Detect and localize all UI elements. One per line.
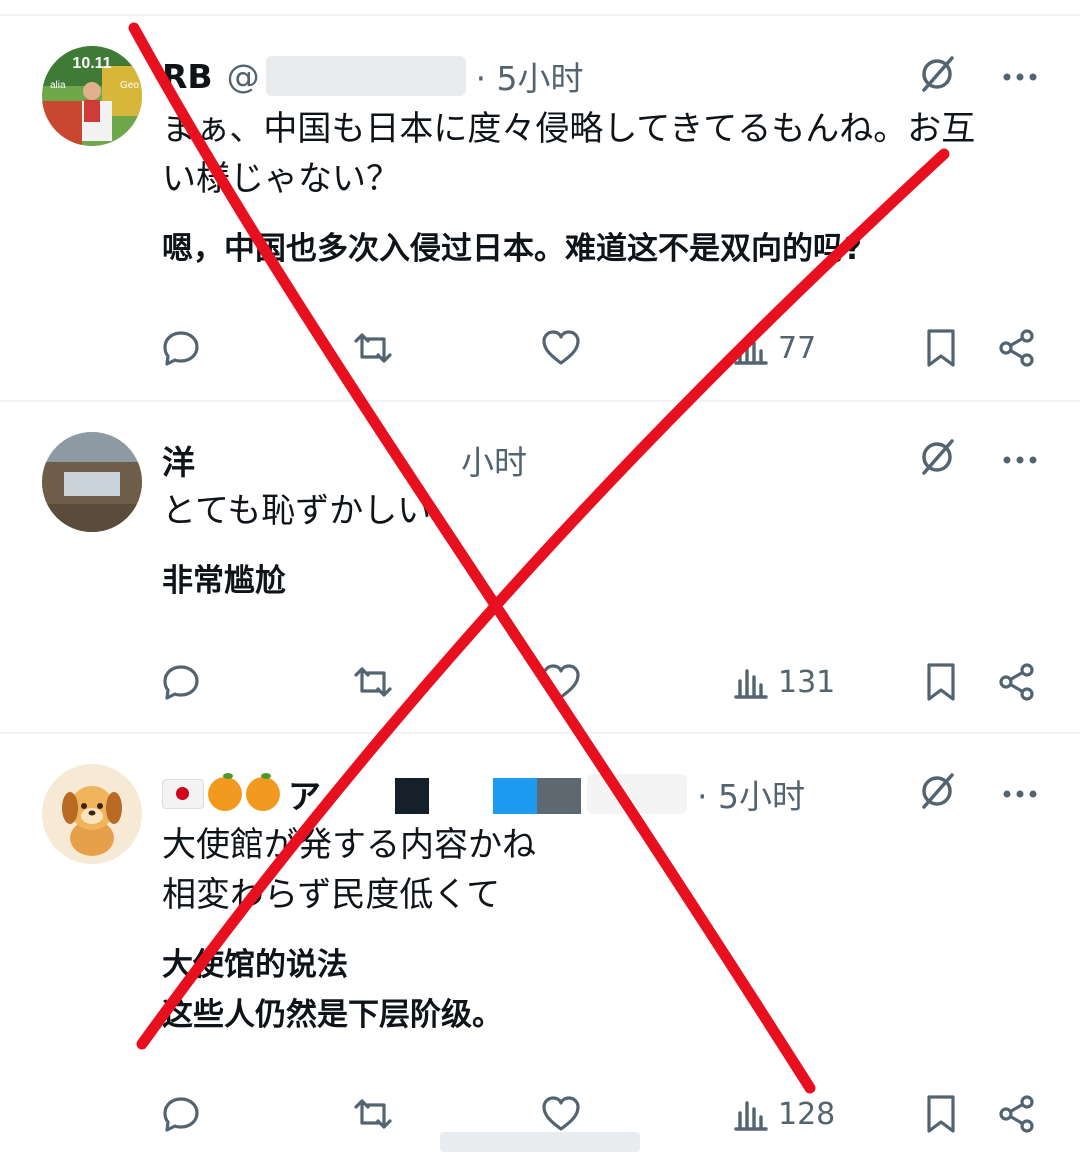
views-count: 131 <box>778 664 836 700</box>
grok-icon[interactable] <box>918 54 958 98</box>
japan-flag-icon <box>162 779 204 809</box>
tweet-time[interactable]: 小时 <box>461 436 527 484</box>
redacted-name <box>201 440 451 480</box>
share-button[interactable] <box>996 660 1038 704</box>
reply-button[interactable] <box>160 1092 202 1136</box>
tweet-top-actions <box>918 771 1038 815</box>
like-icon <box>542 1096 580 1131</box>
grok-icon[interactable] <box>918 437 958 481</box>
redacted-handle <box>265 56 466 96</box>
share-icon <box>999 663 1034 701</box>
retweet-icon <box>354 667 392 697</box>
tweet-text-jp: 大使館が発する内容かね 相変わらず民度低くて <box>162 825 536 915</box>
retweet-button[interactable] <box>352 660 394 704</box>
tweet-time[interactable]: · 5小时 <box>697 770 805 818</box>
views-button[interactable]: 77 <box>730 326 816 370</box>
bookmark-button[interactable] <box>920 1092 962 1136</box>
tweet-header: ア · 5小时 <box>162 770 805 818</box>
tweet-header: RB @ · 5小时 <box>162 52 584 100</box>
tweet-top-actions <box>918 54 1038 98</box>
grok-icon[interactable] <box>918 771 958 815</box>
redacted-name <box>361 774 687 814</box>
views-icon <box>734 669 768 699</box>
views-button[interactable]: 128 <box>730 1092 835 1136</box>
bookmark-button[interactable] <box>920 326 962 370</box>
reply-button[interactable] <box>160 660 202 704</box>
user-handle[interactable]: @ <box>227 57 260 96</box>
more-icon[interactable] <box>1002 450 1038 469</box>
share-icon <box>999 329 1034 367</box>
tweet-time[interactable]: · 5小时 <box>476 52 584 100</box>
top-divider <box>0 14 1080 16</box>
svg-text:alia: alia <box>50 80 66 91</box>
tweet-divider <box>0 732 1080 734</box>
retweet-icon <box>354 1099 392 1129</box>
watermark-blur <box>440 1132 640 1152</box>
svg-text:Geo: Geo <box>120 80 139 91</box>
bookmark-button[interactable] <box>920 660 962 704</box>
share-icon <box>999 1095 1034 1133</box>
tweet-translation-cn: 嗯，中国也多次入侵过日本。难道这不是双向的吗? <box>162 231 862 267</box>
avatar[interactable] <box>42 764 142 864</box>
reply-icon <box>163 1097 199 1132</box>
like-button[interactable] <box>540 326 582 370</box>
like-button[interactable] <box>540 1092 582 1136</box>
orange-icon <box>208 773 242 811</box>
orange-icon <box>246 773 280 811</box>
bookmark-icon <box>927 663 955 701</box>
tweet-top-actions <box>918 437 1038 481</box>
views-icon <box>734 335 768 365</box>
tweet-header: 洋 小时 <box>162 436 527 484</box>
like-icon <box>542 664 580 699</box>
more-icon[interactable] <box>1002 67 1038 86</box>
avatar[interactable] <box>42 432 142 532</box>
views-button[interactable]: 131 <box>730 660 835 704</box>
reply-button[interactable] <box>160 326 202 370</box>
views-count: 77 <box>778 330 817 366</box>
name-emoji-prefix <box>162 773 280 811</box>
reply-icon <box>163 331 199 366</box>
display-name[interactable]: RB <box>162 57 213 96</box>
tweet-translation-cn: 非常尴尬 <box>162 563 286 599</box>
avatar[interactable]: 10.11 alia Geo <box>42 46 142 146</box>
display-name[interactable]: ア <box>288 770 321 818</box>
tweet-actions: 128 <box>160 1092 1040 1136</box>
share-button[interactable] <box>996 326 1038 370</box>
svg-text:10.11: 10.11 <box>72 55 111 72</box>
tweet-actions: 77 <box>160 326 1040 370</box>
like-icon <box>542 330 580 365</box>
tweet-divider <box>0 400 1080 402</box>
like-button[interactable] <box>540 660 582 704</box>
share-button[interactable] <box>996 1092 1038 1136</box>
bookmark-icon <box>927 329 955 367</box>
views-icon <box>734 1101 768 1131</box>
tweet-text-jp: まぁ、中国も日本に度々侵略してきてるもんね。お互 い様じゃない？ <box>162 109 976 199</box>
display-name[interactable]: 洋 <box>162 436 195 484</box>
retweet-button[interactable] <box>352 326 394 370</box>
more-icon[interactable] <box>1002 784 1038 803</box>
retweet-icon <box>354 333 392 363</box>
tweet-actions: 131 <box>160 660 1040 704</box>
bookmark-icon <box>927 1095 955 1133</box>
views-count: 128 <box>778 1096 836 1132</box>
reply-icon <box>163 665 199 700</box>
tweet-text-jp: とても恥ずかしい <box>162 491 432 531</box>
tweet-translation-cn: 大使馆的说法 这些人仍然是下层阶级。 <box>162 947 503 1033</box>
retweet-button[interactable] <box>352 1092 394 1136</box>
